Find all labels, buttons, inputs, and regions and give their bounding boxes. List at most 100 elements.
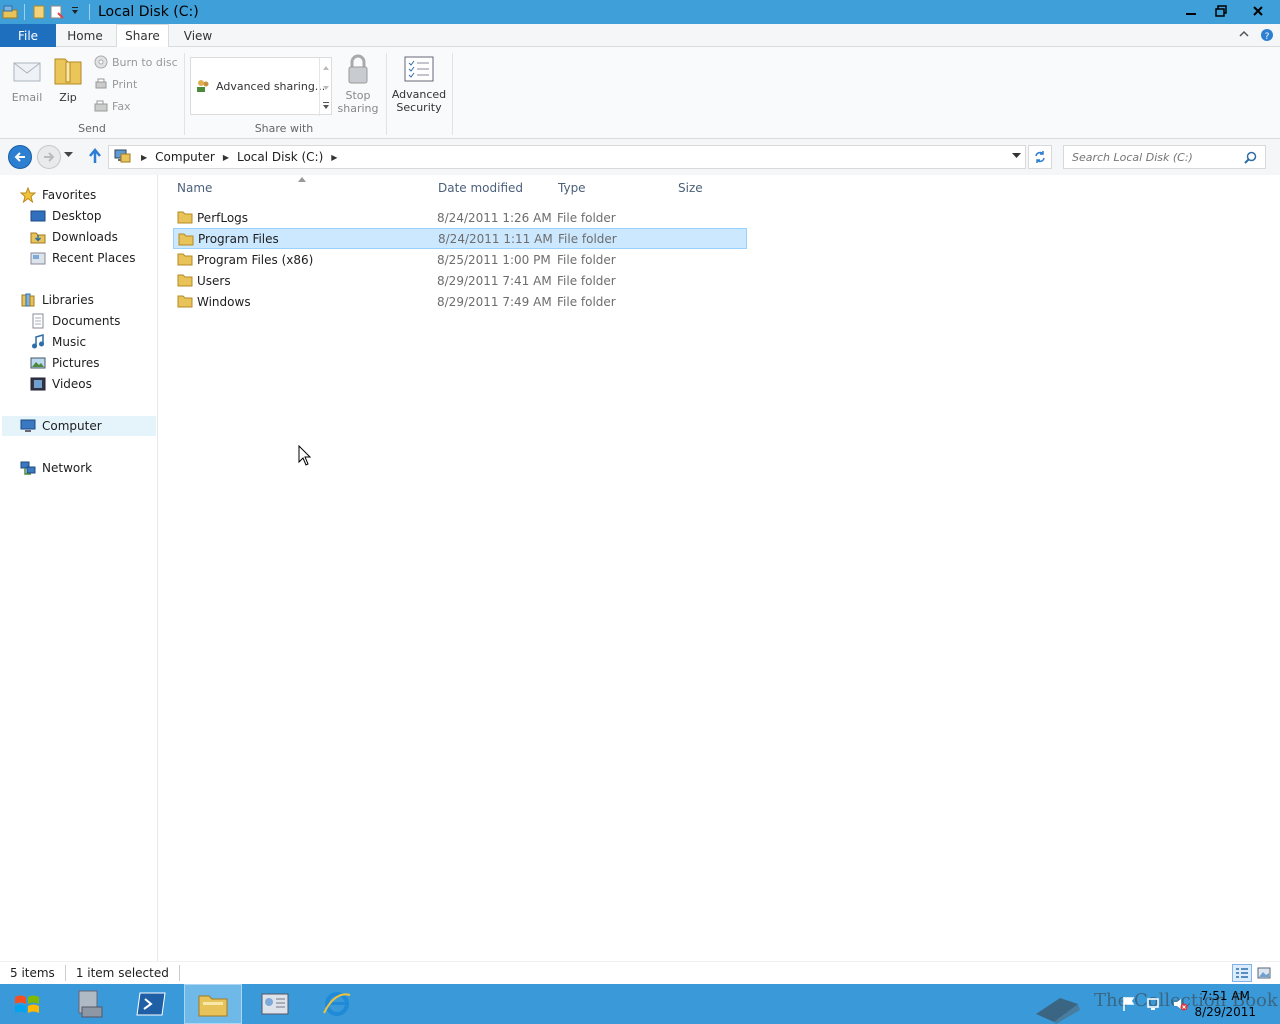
print-button[interactable]: Print (94, 77, 137, 91)
file-type: File folder (557, 273, 616, 288)
large-icons-view-button[interactable] (1254, 964, 1274, 982)
breadcrumb-separator[interactable]: ▶ (331, 153, 337, 162)
details-view-button[interactable] (1232, 964, 1252, 982)
back-button[interactable] (8, 145, 32, 169)
nav-favorites[interactable]: Favorites (20, 185, 96, 205)
customize-qat-icon[interactable] (67, 4, 83, 20)
ribbon-right-controls: ? (1238, 28, 1274, 45)
advanced-security-button[interactable]: Advanced Security (392, 55, 446, 114)
file-name: PerfLogs (197, 210, 249, 225)
refresh-icon (1035, 151, 1045, 163)
nav-recent-places[interactable]: Recent Places (30, 248, 135, 268)
file-name: Windows (197, 294, 251, 309)
taskbar-powershell[interactable] (122, 984, 180, 1024)
file-row-perflogs[interactable]: PerfLogs 8/24/2011 1:26 AM File folder (173, 207, 747, 228)
nav-desktop[interactable]: Desktop (30, 206, 102, 226)
taskbar-file-explorer[interactable] (184, 984, 242, 1024)
explorer-app-icon[interactable] (2, 4, 18, 20)
refresh-button[interactable] (1028, 145, 1052, 169)
stop-sharing-button[interactable]: Stop sharing (336, 53, 380, 115)
restore-button[interactable] (1206, 0, 1236, 22)
action-center-flag-icon[interactable] (1122, 996, 1136, 1015)
taskbar-clock[interactable]: 7:51 AM 8/29/2011 (1194, 988, 1256, 1020)
folder-icon (177, 211, 193, 224)
breadcrumb-computer[interactable]: Computer (155, 150, 215, 164)
burn-to-disc-button[interactable]: Burn to disc (94, 55, 178, 69)
properties-icon[interactable] (31, 4, 47, 20)
column-header-date[interactable]: Date modified (438, 181, 523, 195)
tab-home[interactable]: Home (58, 24, 112, 47)
tab-file[interactable]: File (0, 24, 56, 47)
folder-icon (177, 295, 193, 308)
advanced-sharing-item[interactable]: Advanced sharing... (195, 78, 325, 94)
column-header-name[interactable]: Name (177, 181, 212, 195)
file-row-users[interactable]: Users 8/29/2011 7:41 AM File folder (173, 270, 747, 291)
minimize-button[interactable] (1176, 0, 1206, 22)
nav-videos[interactable]: Videos (30, 374, 92, 394)
search-icon[interactable] (1244, 151, 1257, 167)
file-row-windows[interactable]: Windows 8/29/2011 7:49 AM File folder (173, 291, 747, 312)
tab-view[interactable]: View (172, 24, 224, 47)
up-button[interactable] (88, 148, 102, 168)
network-tray-icon[interactable] (1146, 996, 1162, 1015)
nav-libraries[interactable]: Libraries (20, 290, 94, 310)
status-bar: 5 items 1 item selected (0, 961, 1280, 984)
ribbon-separator (386, 53, 387, 135)
nav-pictures-label: Pictures (52, 356, 100, 370)
address-bar[interactable]: ▶ Computer ▶ Local Disk (C:) ▶ (108, 145, 1026, 169)
chevron-down-icon (64, 152, 73, 157)
selection-count: 1 item selected (66, 965, 180, 981)
zip-button[interactable]: Zip (50, 53, 86, 104)
view-switcher (1232, 964, 1274, 982)
taskbar-internet-explorer[interactable] (308, 984, 366, 1024)
minimize-ribbon-icon[interactable] (1238, 28, 1250, 45)
column-header-size[interactable]: Size (678, 181, 703, 195)
close-button[interactable] (1236, 0, 1280, 22)
libraries-icon (21, 293, 35, 307)
mouse-cursor-icon (298, 444, 312, 470)
search-box[interactable] (1063, 145, 1266, 169)
file-row-program-files-x86[interactable]: Program Files (x86) 8/25/2011 1:00 PM Fi… (173, 249, 747, 270)
breadcrumb-local-disk[interactable]: Local Disk (C:) (237, 150, 323, 164)
breadcrumb-separator[interactable]: ▶ (141, 153, 147, 162)
nav-libraries-label: Libraries (42, 293, 94, 307)
share-gallery-scrollbar[interactable] (319, 58, 331, 116)
tab-share[interactable]: Share (116, 24, 169, 48)
breadcrumb-separator[interactable]: ▶ (223, 153, 229, 162)
file-row-program-files[interactable]: Program Files 8/24/2011 1:11 AM File fol… (173, 228, 747, 249)
taskbar-server-manager[interactable] (60, 984, 118, 1024)
fax-button[interactable]: Fax (94, 99, 131, 113)
file-name: Program Files (198, 231, 279, 246)
nav-downloads-label: Downloads (52, 230, 118, 244)
nav-pictures[interactable]: Pictures (30, 353, 100, 373)
folder-icon (177, 274, 193, 287)
nav-computer[interactable]: Computer (2, 416, 156, 436)
stop-sharing-label-2: sharing (337, 102, 379, 115)
column-header-type[interactable]: Type (558, 181, 586, 195)
volume-muted-icon[interactable] (1172, 996, 1188, 1015)
nav-downloads[interactable]: Downloads (30, 227, 118, 247)
email-button[interactable]: Email (8, 55, 46, 104)
star-icon (20, 187, 36, 203)
send-group-label: Send (78, 122, 106, 135)
nav-network[interactable]: Network (20, 458, 92, 478)
help-icon[interactable]: ? (1260, 28, 1274, 45)
forward-button[interactable] (37, 145, 61, 169)
address-dropdown-button[interactable] (1012, 152, 1021, 161)
new-folder-icon[interactable] (49, 4, 65, 20)
share-with-gallery[interactable]: Advanced sharing... (190, 57, 332, 116)
taskbar-control-panel[interactable] (246, 984, 304, 1024)
taskbar: The Collection Book 7:51 AM 8/29/2011 (0, 984, 1280, 1024)
qat-separator (89, 4, 90, 20)
nav-documents[interactable]: Documents (30, 311, 120, 331)
window-title: Local Disk (C:) (98, 4, 199, 20)
nav-videos-label: Videos (52, 377, 92, 391)
share-with-group-label: Share with (254, 122, 314, 135)
search-input[interactable] (1072, 150, 1242, 164)
nav-music[interactable]: Music (30, 332, 86, 352)
qat-separator (24, 4, 25, 20)
item-count: 5 items (0, 965, 66, 981)
start-button[interactable] (0, 984, 54, 1024)
ribbon-tabs: File Home Share View ? (0, 24, 1280, 48)
recent-locations-button[interactable] (64, 151, 73, 161)
